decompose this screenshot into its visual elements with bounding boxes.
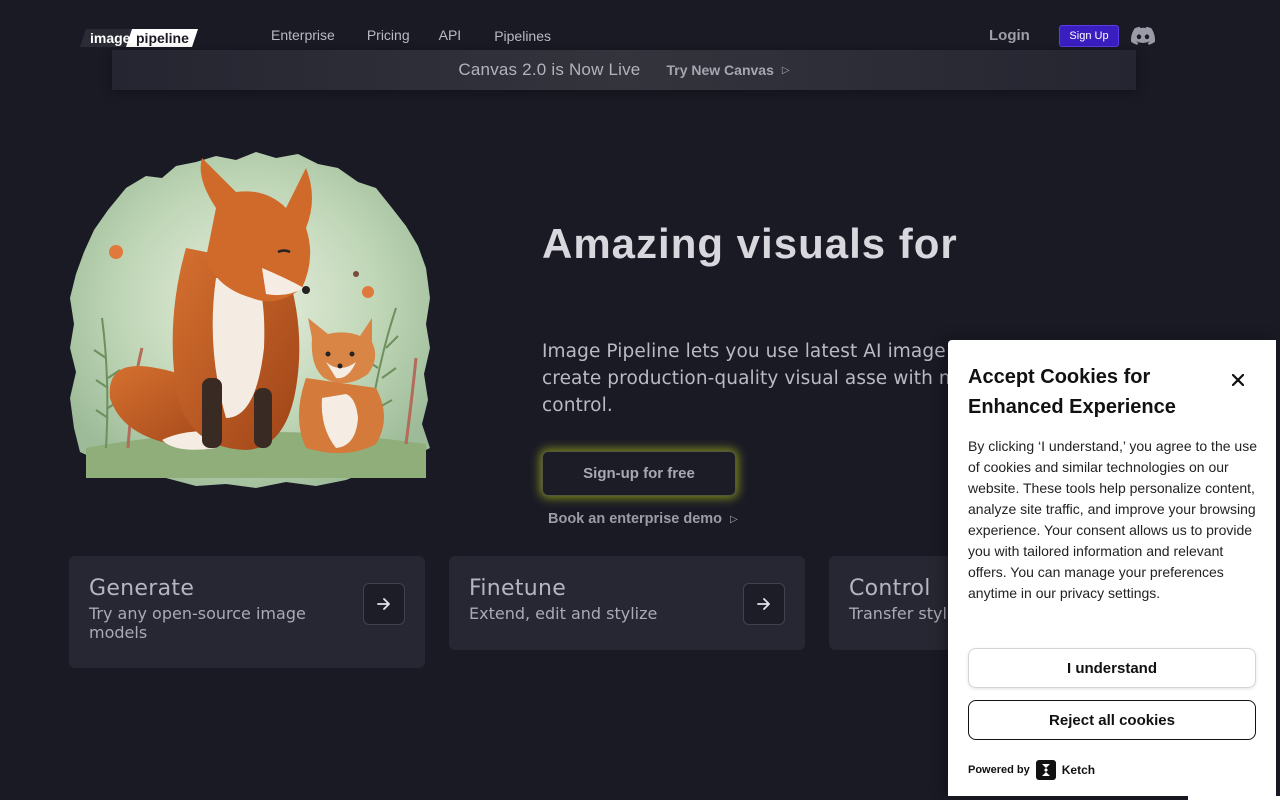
page-corner-strip [1188, 796, 1280, 800]
powered-by-label: Powered by [968, 764, 1030, 776]
powered-by-ketch[interactable]: Powered by Ketch [968, 760, 1095, 780]
play-triangle-icon: ▷ [730, 513, 738, 525]
nav-links: Enterprise Pricing API Pipelines [271, 27, 551, 44]
sign-up-button[interactable]: Sign Up [1059, 25, 1119, 47]
close-icon[interactable] [1228, 370, 1248, 390]
nav-link-pipelines[interactable]: Pipelines [494, 28, 551, 44]
feature-card-finetune[interactable]: Finetune Extend, edit and stylize [449, 556, 805, 650]
announcement-text: Canvas 2.0 is Now Live [458, 60, 641, 79]
play-triangle-icon: ▷ [781, 64, 790, 76]
ketch-name: Ketch [1061, 763, 1096, 777]
cookie-dialog-body: By clicking ‘I understand,’ you agree to… [968, 438, 1257, 601]
login-link[interactable]: Login [989, 27, 1030, 44]
fox-illustration [66, 148, 434, 492]
nav-link-pricing[interactable]: Pricing [367, 27, 410, 43]
hero-title: Amazing visuals for [542, 220, 958, 267]
ketch-logo-icon [1035, 760, 1056, 780]
card-title: Generate [89, 576, 195, 601]
discord-icon[interactable] [1131, 26, 1156, 46]
nav-link-enterprise[interactable]: Enterprise [271, 27, 335, 43]
try-new-canvas-label: Try New Canvas [666, 62, 774, 78]
card-title: Finetune [469, 576, 567, 601]
logo-mark: image pipeline [80, 29, 198, 47]
i-understand-button[interactable]: I understand [968, 648, 1256, 688]
logo-text-right: pipeline [136, 30, 189, 46]
cookie-consent-dialog: Accept Cookies for Enhanced Experience B… [948, 340, 1276, 796]
cookie-dialog-title: Accept Cookies for Enhanced Experience [968, 366, 1176, 418]
sign-up-for-free-button[interactable]: Sign-up for free [542, 451, 736, 496]
announcement-bar: Canvas 2.0 is Now Live Try New Canvas ▷ [112, 50, 1136, 90]
book-enterprise-demo-link[interactable]: Book an enterprise demo ▷ [548, 511, 738, 527]
arrow-right-icon[interactable] [743, 583, 785, 625]
card-subtitle: Extend, edit and stylize [469, 604, 658, 623]
feature-card-generate[interactable]: Generate Try any open-source image model… [69, 556, 425, 668]
reject-all-cookies-button[interactable]: Reject all cookies [968, 700, 1256, 740]
image-pipeline-logo[interactable]: image pipeline [80, 28, 200, 48]
nav-link-api[interactable]: API [439, 27, 462, 43]
logo-text-left: image [90, 30, 131, 46]
arrow-right-icon[interactable] [363, 583, 405, 625]
book-enterprise-demo-label: Book an enterprise demo [548, 511, 723, 527]
try-new-canvas-link[interactable]: Try New Canvas ▷ [666, 62, 789, 78]
card-subtitle: Try any open-source image models [89, 604, 306, 642]
